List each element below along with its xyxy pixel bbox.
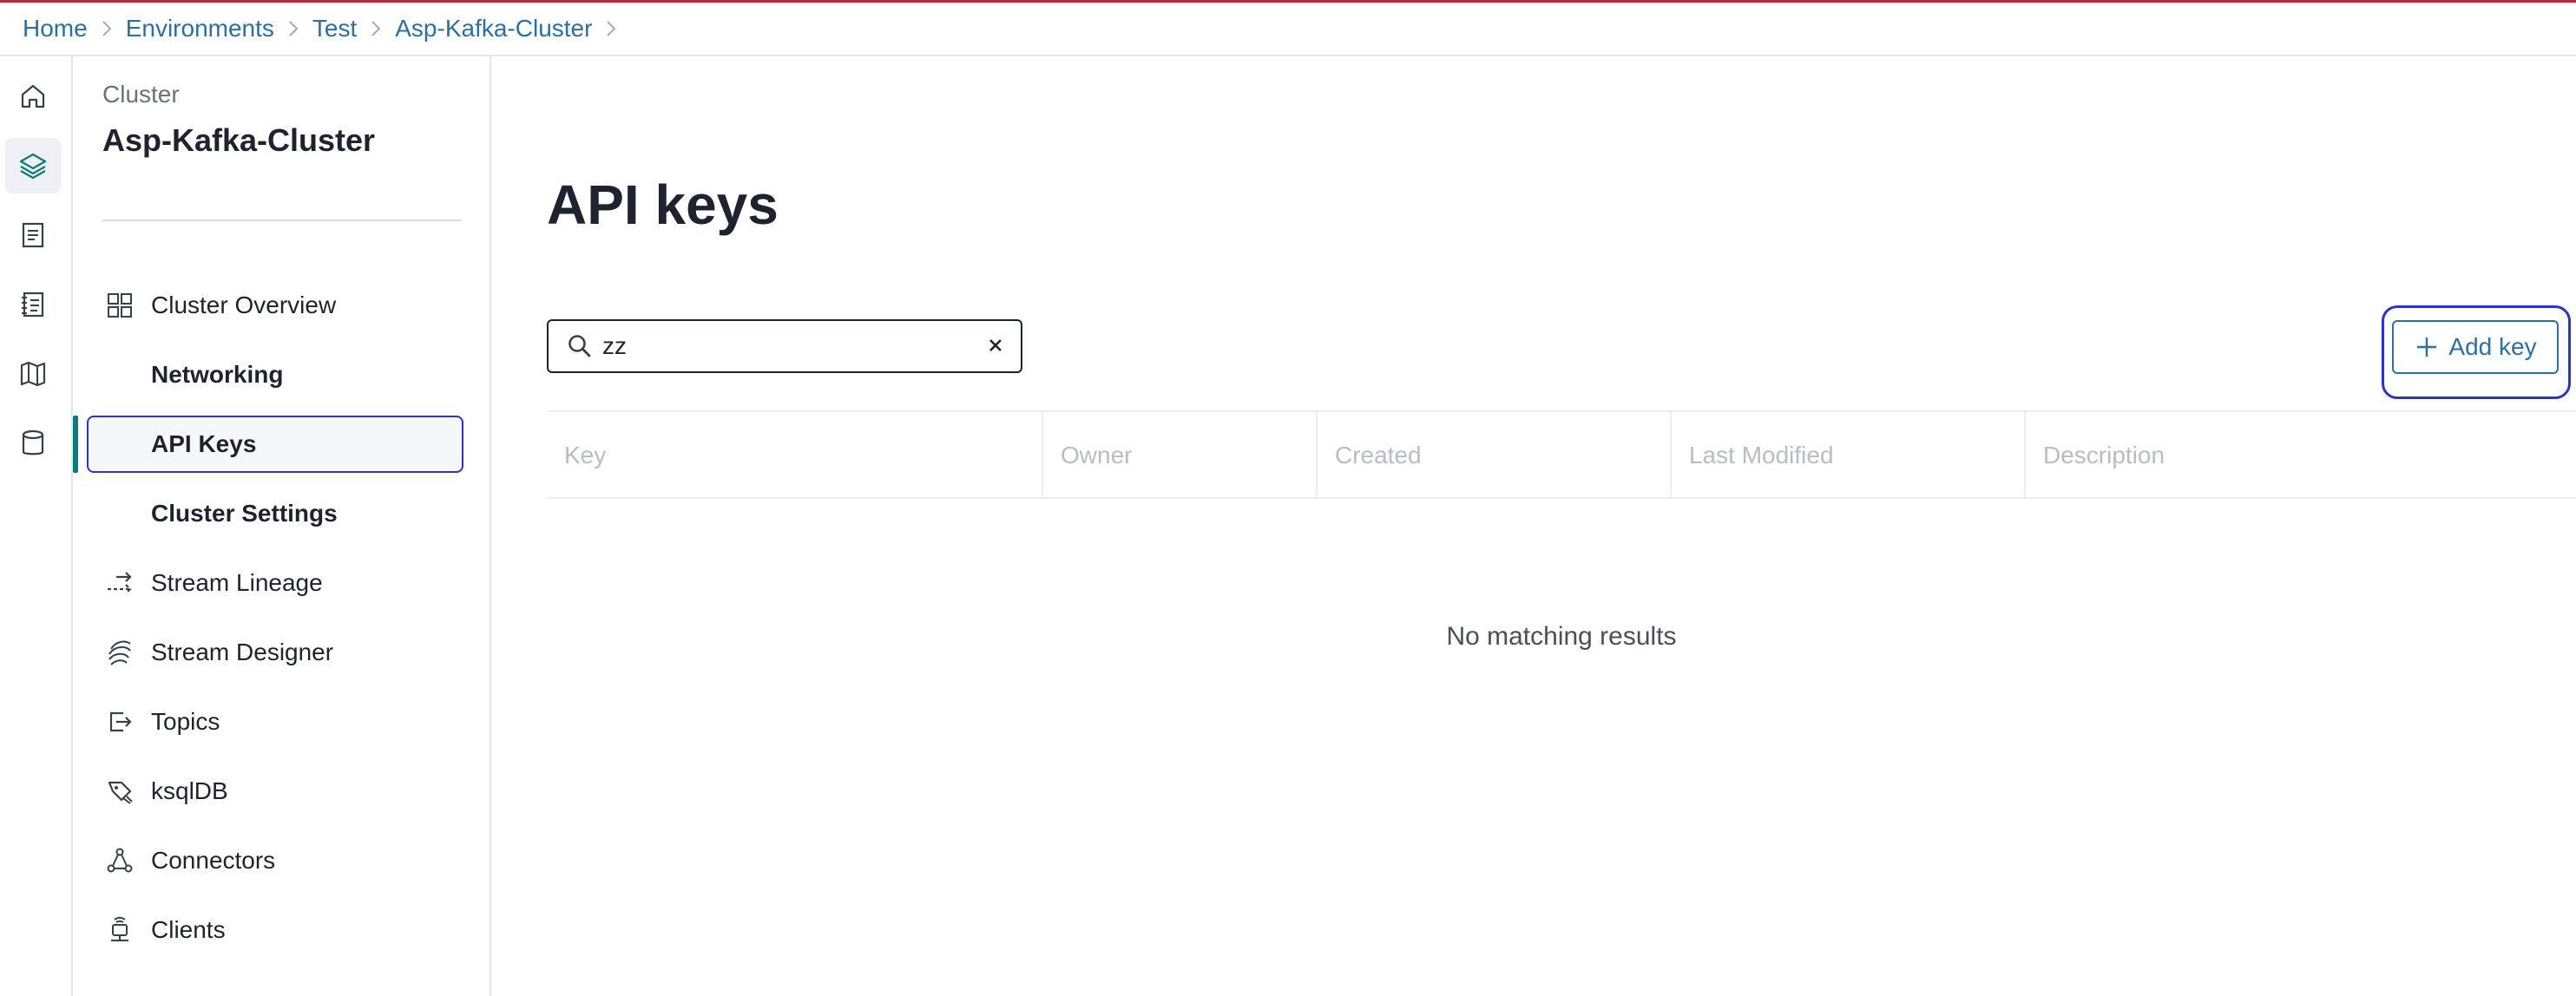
icon-rail	[0, 56, 73, 996]
column-key[interactable]: Key	[547, 412, 1042, 499]
breadcrumb-environments[interactable]: Environments	[126, 15, 274, 43]
divider	[102, 220, 462, 221]
notebook-icon[interactable]	[5, 277, 61, 332]
chevron-right-icon	[88, 18, 126, 39]
topics-icon	[102, 704, 137, 739]
breadcrumb: Home Environments Test Asp-Kafka-Cluster	[0, 3, 2576, 56]
nav-cluster-overview[interactable]: Cluster Overview	[87, 277, 463, 334]
clear-search-icon[interactable]	[982, 332, 1009, 358]
chevron-right-icon	[592, 18, 630, 39]
search-box[interactable]	[547, 319, 1022, 373]
nav-stream-designer[interactable]: Stream Designer	[87, 624, 463, 681]
column-last-modified[interactable]: Last Modified	[1670, 412, 2024, 499]
stream-lineage-icon	[102, 566, 137, 600]
nav-label: Connectors	[151, 847, 276, 874]
search-icon	[568, 335, 591, 357]
column-owner[interactable]: Owner	[1042, 412, 1316, 499]
stream-designer-icon	[102, 635, 137, 670]
nav-connectors[interactable]: Connectors	[87, 832, 463, 889]
active-indicator	[73, 416, 78, 473]
nav-cluster-settings[interactable]: Cluster Settings	[87, 485, 463, 542]
table-header: Key Owner Created Last Modified Descript…	[547, 410, 2576, 499]
nav-label: Cluster Overview	[151, 292, 337, 318]
clients-icon	[102, 913, 137, 947]
ksqldb-icon	[102, 774, 137, 809]
nav-ksqldb[interactable]: ksqlDB	[87, 763, 463, 820]
layers-icon[interactable]	[5, 138, 61, 193]
map-icon[interactable]	[5, 346, 61, 402]
search-input[interactable]	[602, 332, 984, 360]
nav-label: Clients	[151, 916, 226, 943]
nav-label: Cluster Settings	[151, 500, 338, 527]
nav-clients[interactable]: Clients	[87, 901, 463, 959]
nav-label: ksqlDB	[151, 777, 228, 804]
breadcrumb-test[interactable]: Test	[312, 15, 357, 43]
database-icon[interactable]	[5, 416, 61, 471]
main-content: API keys Add key Key Owner Created Last …	[491, 56, 2576, 996]
empty-state-message: No matching results	[1446, 622, 1677, 651]
add-key-label: Add key	[2448, 333, 2537, 360]
chevron-right-icon	[357, 18, 395, 39]
page-title: API keys	[547, 174, 779, 236]
sidenav-kicker: Cluster	[102, 81, 180, 108]
column-description[interactable]: Description	[2024, 412, 2576, 499]
home-icon[interactable]	[5, 69, 61, 124]
nav-topics[interactable]: Topics	[87, 693, 463, 750]
nav-label: Networking	[151, 361, 284, 388]
breadcrumb-cluster[interactable]: Asp-Kafka-Cluster	[395, 15, 592, 43]
breadcrumb-home[interactable]: Home	[23, 15, 88, 43]
add-key-button[interactable]: Add key	[2392, 320, 2559, 374]
column-created[interactable]: Created	[1316, 412, 1670, 499]
cluster-name: Asp-Kafka-Cluster	[102, 122, 376, 158]
nav-label: Topics	[151, 708, 220, 735]
nav-api-keys[interactable]: API Keys	[87, 416, 463, 473]
connectors-icon	[102, 843, 137, 878]
nav-label: Stream Designer	[151, 639, 334, 665]
chevron-right-icon	[274, 18, 312, 39]
nav-networking[interactable]: Networking	[87, 346, 463, 403]
document-icon[interactable]	[5, 207, 61, 263]
plus-icon	[2417, 337, 2437, 357]
nav-label: Stream Lineage	[151, 569, 323, 596]
cluster-sidenav: Cluster Asp-Kafka-Cluster Cluster Overvi…	[73, 56, 491, 996]
nav-stream-lineage[interactable]: Stream Lineage	[87, 554, 463, 612]
nav-label: API Keys	[151, 430, 257, 457]
grid-icon	[102, 288, 137, 323]
